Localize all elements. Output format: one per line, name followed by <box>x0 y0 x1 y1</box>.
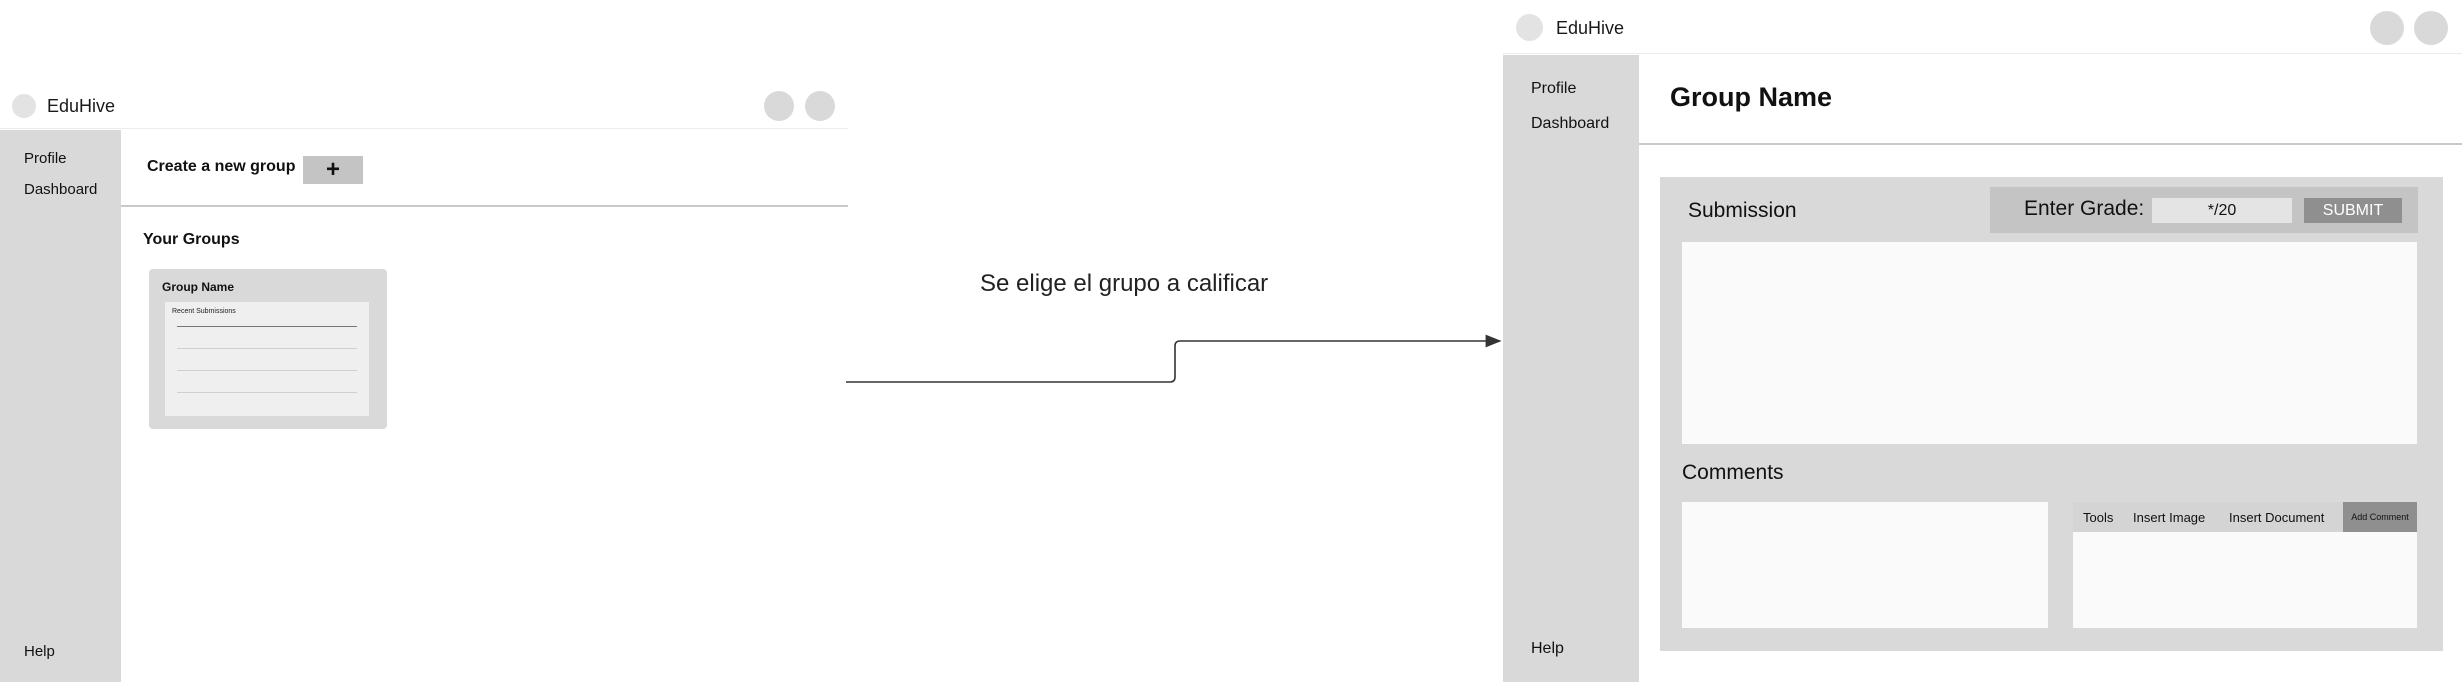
notifications-icon[interactable] <box>2370 11 2404 45</box>
app-logo-icon <box>1516 14 1543 41</box>
sidebar: Profile Dashboard Help <box>1503 55 1639 682</box>
header-divider <box>121 205 848 207</box>
comments-list <box>1682 502 2048 628</box>
insert-image-button[interactable]: Insert Image <box>2133 510 2205 525</box>
page-title: Group Name <box>1670 82 1833 112</box>
your-groups-heading: Your Groups <box>143 231 240 248</box>
add-comment-button[interactable]: Add Comment <box>2343 502 2417 532</box>
grading-screen: EduHive Profile Dashboard Help Group Nam… <box>1503 0 2462 682</box>
comment-editor[interactable]: Tools Insert Image Insert Document Add C… <box>2073 502 2417 628</box>
create-group-button[interactable]: + <box>303 156 363 184</box>
tools-menu[interactable]: Tools <box>2083 510 2113 525</box>
app-logo-icon <box>12 94 36 118</box>
grade-input[interactable]: */20 <box>2152 198 2292 223</box>
header-divider <box>1639 143 2462 145</box>
grading-panel: Submission Enter Grade: */20 SUBMIT Comm… <box>1660 177 2443 651</box>
top-bar: EduHive <box>1503 0 2462 54</box>
flow-annotation: Se elige el grupo a calificar <box>980 270 1269 297</box>
submission-heading: Submission <box>1688 199 1797 222</box>
grade-bar: Enter Grade: */20 SUBMIT <box>1990 187 2418 233</box>
sidebar-item-help[interactable]: Help <box>1531 640 1564 658</box>
sidebar-item-dashboard[interactable]: Dashboard <box>1531 115 1609 133</box>
sidebar-item-dashboard[interactable]: Dashboard <box>24 181 97 198</box>
sidebar-item-help[interactable]: Help <box>24 643 55 660</box>
top-bar: EduHive <box>0 86 848 129</box>
group-card[interactable]: Group Name Recent Submissions <box>149 269 387 429</box>
recent-row <box>177 370 357 371</box>
app-name: EduHive <box>47 96 116 116</box>
submit-button[interactable]: SUBMIT <box>2304 198 2402 223</box>
recent-submissions-label: Recent Submissions <box>172 308 236 315</box>
create-group-label: Create a new group <box>147 158 296 175</box>
recent-row <box>177 392 357 393</box>
comments-heading: Comments <box>1682 461 1784 484</box>
recent-divider <box>177 326 357 327</box>
notifications-icon[interactable] <box>764 91 794 121</box>
sidebar-item-profile[interactable]: Profile <box>1531 80 1576 98</box>
insert-document-button[interactable]: Insert Document <box>2229 510 2324 525</box>
submission-viewer <box>1682 242 2417 444</box>
user-avatar-icon[interactable] <box>805 91 835 121</box>
grade-label: Enter Grade: <box>2024 197 2145 220</box>
editor-toolbar: Tools Insert Image Insert Document Add C… <box>2073 502 2417 532</box>
sidebar: Profile Dashboard Help <box>0 130 121 682</box>
user-avatar-icon[interactable] <box>2414 11 2448 45</box>
sidebar-item-profile[interactable]: Profile <box>24 150 67 167</box>
recent-submissions-box: Recent Submissions <box>165 302 369 416</box>
recent-row <box>177 348 357 349</box>
dashboard-screen: EduHive Profile Dashboard Help Create a … <box>0 86 848 682</box>
app-name: EduHive <box>1556 18 1625 38</box>
group-card-title: Group Name <box>162 280 235 294</box>
